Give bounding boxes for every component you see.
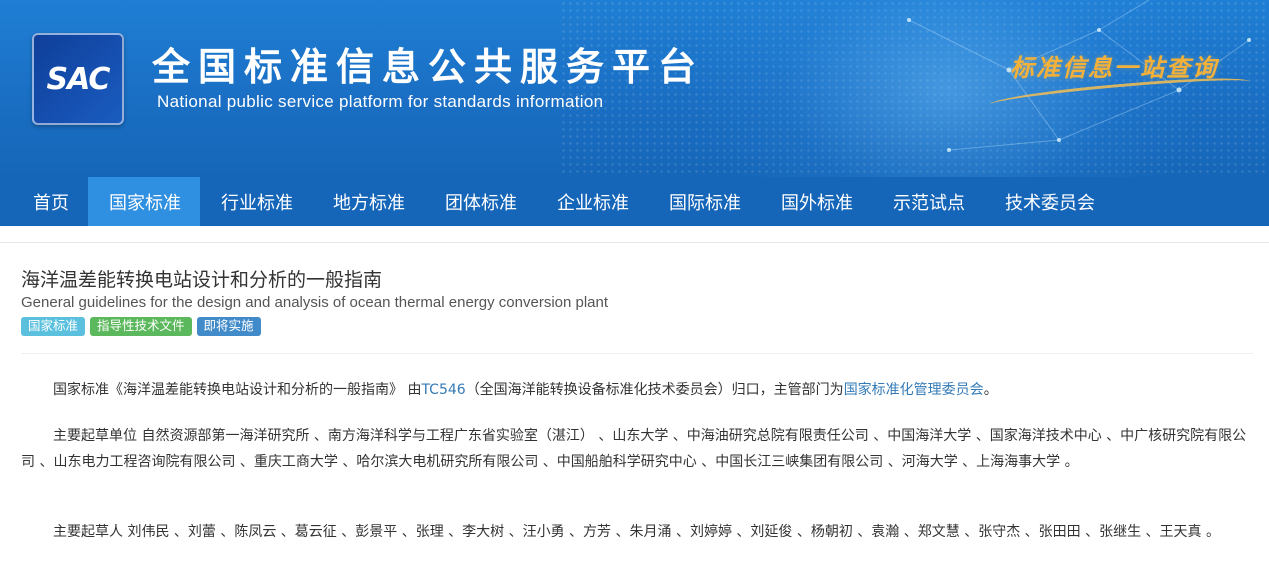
- standard-detail: 海洋温差能转换电站设计和分析的一般指南 General guidelines f…: [0, 242, 1269, 588]
- nav-item-technical-committees[interactable]: 技术委员会: [984, 177, 1114, 226]
- drafters: 主要起草人 刘伟民 、刘蕾 、陈凤云 、葛云征 、彭景平 、张理 、李大树 、汪…: [21, 519, 1253, 545]
- nav-item-local-standards[interactable]: 地方标准: [312, 177, 424, 226]
- site-title: 全国标准信息公共服务平台: [152, 45, 705, 89]
- slogan-text: 标准信息一站查询: [1010, 53, 1218, 82]
- site-banner: SAC 全国标准信息公共服务平台 National public service…: [0, 0, 1269, 177]
- drafting-units: 主要起草单位 自然资源部第一海洋研究所 、南方海洋科学与工程广东省实验室（湛江）…: [21, 423, 1253, 475]
- main-nav: 首页 国家标准 行业标准 地方标准 团体标准 企业标准 国际标准 国外标准 示范…: [0, 177, 1269, 226]
- tag-guidance-document: 指导性技术文件: [90, 317, 192, 336]
- department-link[interactable]: 国家标准化管理委员会: [844, 382, 984, 398]
- tag-status-upcoming: 即将实施: [196, 317, 261, 336]
- section-divider: [21, 353, 1253, 354]
- sac-logo-text: SAC: [46, 61, 111, 97]
- standard-title-zh: 海洋温差能转换电站设计和分析的一般指南: [21, 269, 383, 291]
- tc-link[interactable]: TC546: [421, 382, 465, 398]
- drafting-units-list: 自然资源部第一海洋研究所 、南方海洋科学与工程广东省实验室（湛江） 、山东大学 …: [21, 428, 1247, 470]
- sac-logo[interactable]: SAC: [32, 33, 124, 125]
- standard-intro: 国家标准《海洋温差能转换电站设计和分析的一般指南》 由TC546（全国海洋能转换…: [21, 377, 1253, 403]
- drafters-list: 刘伟民 、刘蕾 、陈凤云 、葛云征 、彭景平 、张理 、李大树 、汪小勇 、方芳…: [127, 524, 1221, 540]
- nav-item-national-standards[interactable]: 国家标准: [88, 177, 200, 226]
- intro-suffix: 。: [983, 382, 998, 398]
- nav-item-home[interactable]: 首页: [12, 177, 88, 226]
- nav-item-foreign-standards[interactable]: 国外标准: [760, 177, 872, 226]
- nav-item-international-standards[interactable]: 国际标准: [648, 177, 760, 226]
- tag-national-standard: 国家标准: [21, 317, 86, 336]
- nav-item-demonstration-pilots[interactable]: 示范试点: [872, 177, 984, 226]
- site-subtitle: National public service platform for sta…: [157, 92, 604, 111]
- drafters-label: 主要起草人: [53, 524, 123, 540]
- standard-tags: 国家标准 指导性技术文件 即将实施: [21, 317, 261, 336]
- standard-title-en: General guidelines for the design and an…: [21, 294, 609, 311]
- intro-prefix: 国家标准《海洋温差能转换电站设计和分析的一般指南》 由: [53, 382, 422, 398]
- drafting-units-label: 主要起草单位: [53, 428, 137, 444]
- nav-item-industry-standards[interactable]: 行业标准: [200, 177, 312, 226]
- nav-item-group-standards[interactable]: 团体标准: [424, 177, 536, 226]
- nav-item-enterprise-standards[interactable]: 企业标准: [536, 177, 648, 226]
- intro-tc-name: （全国海洋能转换设备标准化技术委员会）归口，主管部门为: [465, 382, 844, 398]
